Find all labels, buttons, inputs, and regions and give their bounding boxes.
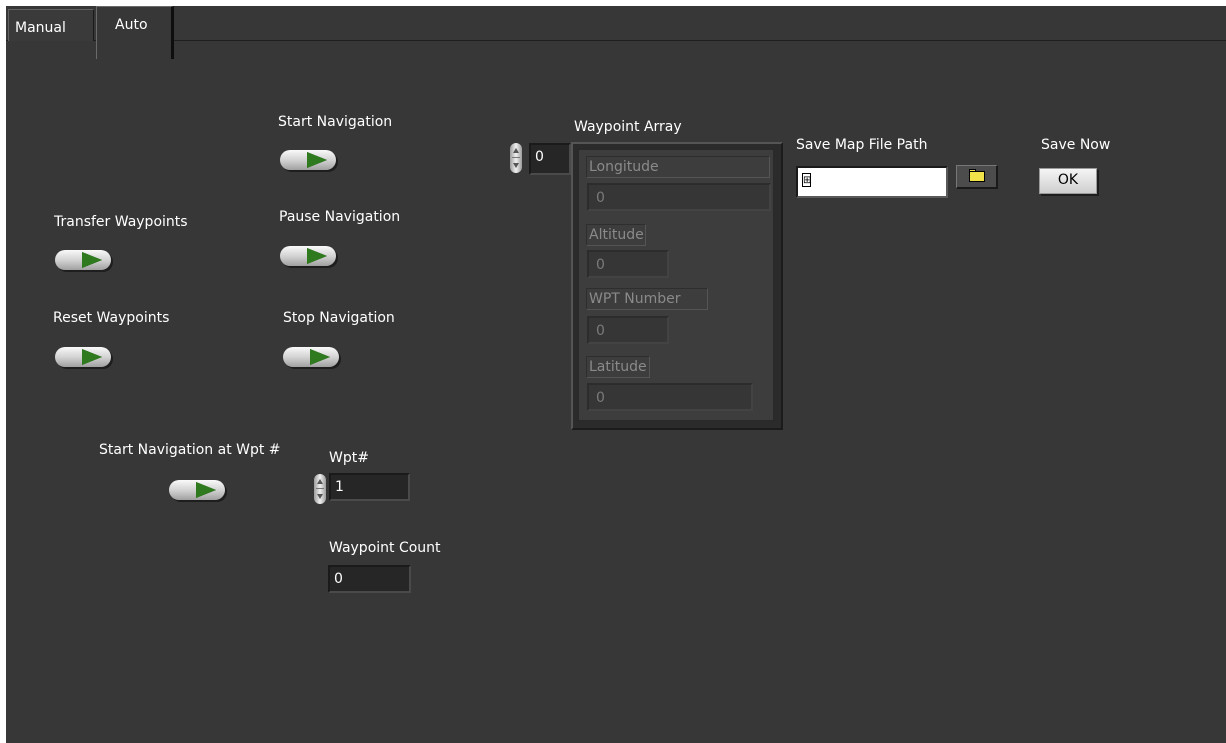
save-now-ok-button[interactable]: OK xyxy=(1039,168,1097,194)
reset-waypoints-label: Reset Waypoints xyxy=(53,310,170,326)
waypoint-count-indicator: 0 xyxy=(328,565,411,593)
latitude-label: Latitude xyxy=(586,356,650,378)
play-icon xyxy=(82,349,102,365)
stop-navigation-label: Stop Navigation xyxy=(283,310,395,326)
play-icon xyxy=(307,152,327,168)
longitude-field[interactable]: 0 xyxy=(587,183,771,211)
play-icon xyxy=(310,349,330,365)
path-icon: ⊞ xyxy=(802,173,812,187)
waypoint-array-label: Waypoint Array xyxy=(574,119,682,135)
save-now-label: Save Now xyxy=(1041,137,1111,153)
save-map-file-path-label: Save Map File Path xyxy=(796,137,928,153)
browse-button[interactable] xyxy=(956,165,998,189)
pause-navigation-button[interactable] xyxy=(280,246,340,268)
start-navigation-label: Start Navigation xyxy=(278,114,393,130)
start-navigation-at-wpt-button[interactable] xyxy=(169,480,229,502)
latitude-field[interactable]: 0 xyxy=(587,383,753,411)
wpt-spinner[interactable] xyxy=(314,474,326,504)
pause-navigation-label: Pause Navigation xyxy=(279,209,401,225)
altitude-label: Altitude xyxy=(586,224,646,246)
play-icon xyxy=(82,252,102,268)
transfer-waypoints-button[interactable] xyxy=(55,250,115,272)
play-icon xyxy=(307,248,327,264)
start-navigation-button[interactable] xyxy=(280,150,340,172)
transfer-waypoints-label: Transfer Waypoints xyxy=(54,214,188,230)
array-index-input[interactable]: 0 xyxy=(529,143,571,175)
waypoint-count-label: Waypoint Count xyxy=(329,540,441,556)
longitude-label: Longitude xyxy=(586,156,770,178)
wpt-label: Wpt# xyxy=(329,450,369,466)
save-map-path-input[interactable]: ⊞ xyxy=(796,166,948,198)
reset-waypoints-button[interactable] xyxy=(55,347,115,369)
stop-navigation-button[interactable] xyxy=(283,347,343,369)
altitude-field[interactable]: 0 xyxy=(587,250,669,278)
play-icon xyxy=(196,482,216,498)
tab-manual[interactable]: Manual xyxy=(8,9,94,41)
array-index-spinner[interactable] xyxy=(510,143,522,173)
start-navigation-at-wpt-label: Start Navigation at Wpt # xyxy=(99,442,281,458)
wpt-input[interactable]: 1 xyxy=(329,473,410,501)
tab-auto[interactable]: Auto xyxy=(96,6,174,59)
wpt-number-field[interactable]: 0 xyxy=(587,316,669,344)
wpt-number-label: WPT Number xyxy=(586,288,708,310)
tab-divider xyxy=(6,40,1226,41)
